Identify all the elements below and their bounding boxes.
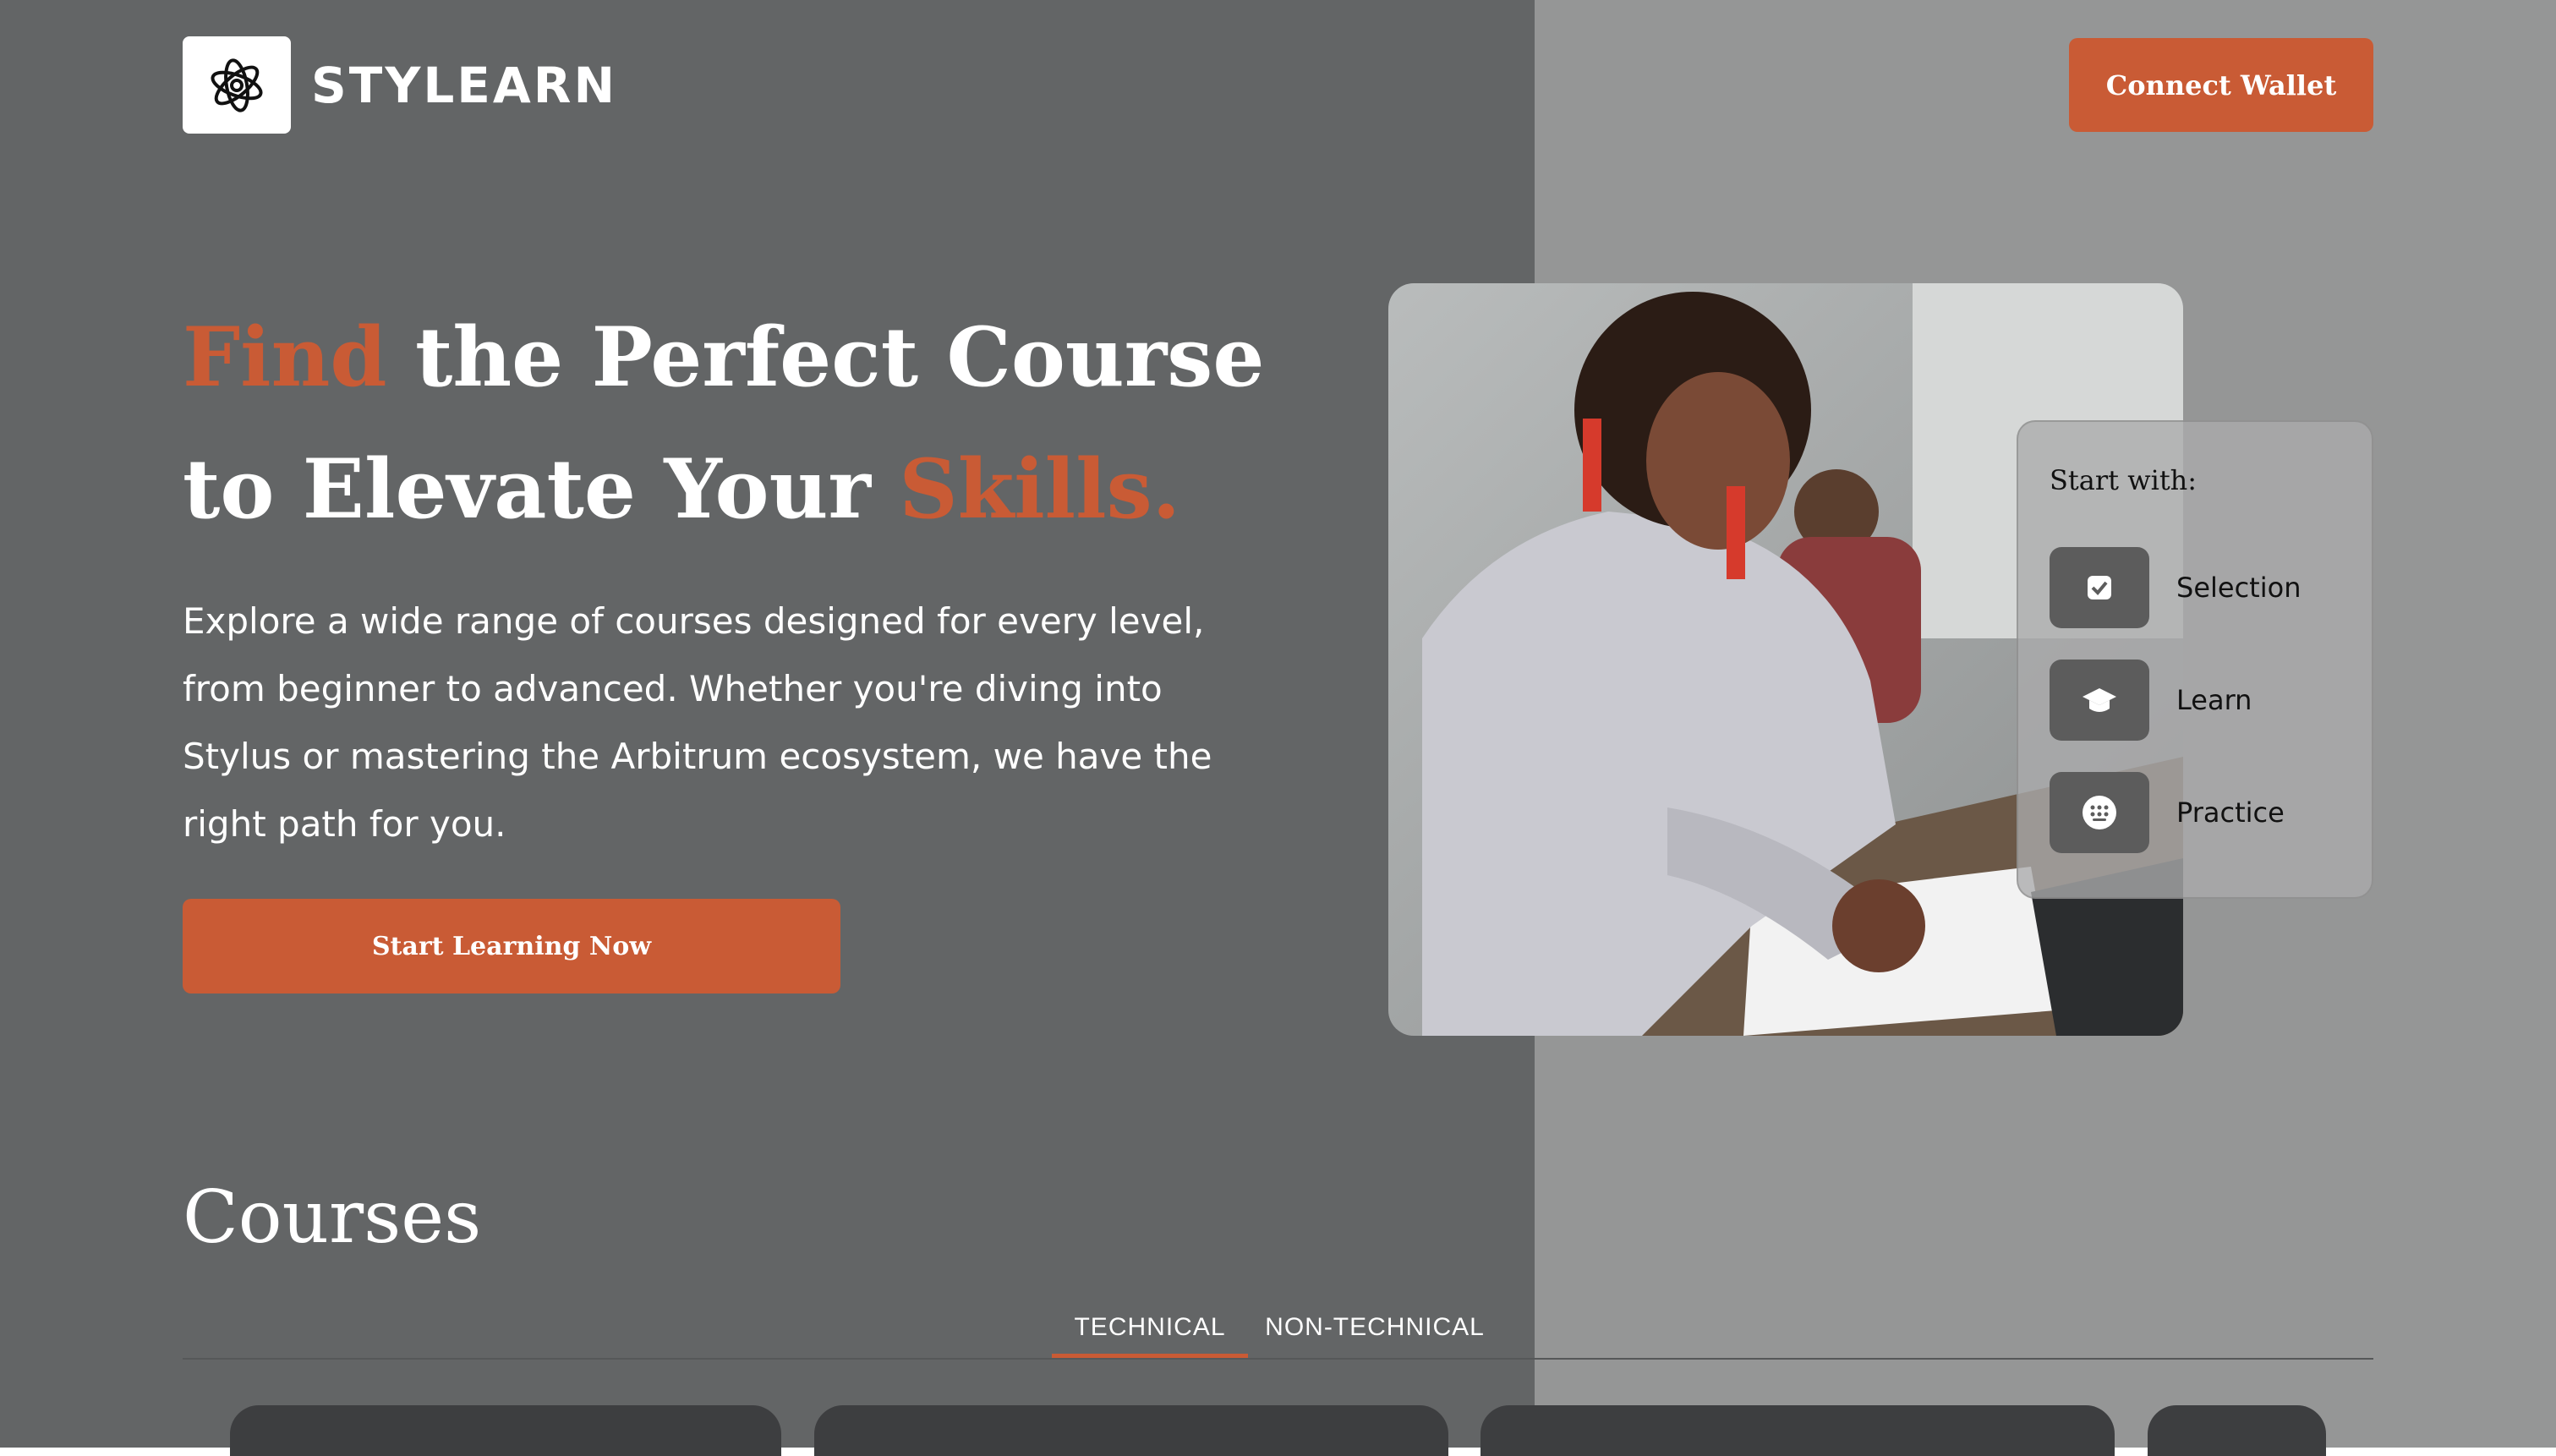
start-with-panel: Start with: Selection Learn Practice bbox=[2017, 420, 2373, 899]
courses-title: Courses bbox=[183, 1175, 482, 1260]
step-label: Selection bbox=[2176, 572, 2301, 604]
step-label: Practice bbox=[2176, 796, 2285, 829]
keypad-icon bbox=[2050, 772, 2149, 853]
step-practice[interactable]: Practice bbox=[2050, 772, 2285, 853]
tab-technical[interactable]: TECHNICAL bbox=[1052, 1298, 1248, 1357]
connect-wallet-button[interactable]: Connect Wallet bbox=[2069, 38, 2373, 132]
step-label: Learn bbox=[2176, 684, 2252, 716]
hero-description: Explore a wide range of courses designed… bbox=[183, 600, 1212, 845]
hero-title-accent-find: Find bbox=[183, 309, 387, 405]
active-tab-indicator bbox=[1052, 1354, 1248, 1358]
course-card[interactable] bbox=[1481, 1405, 2115, 1456]
step-selection[interactable]: Selection bbox=[2050, 547, 2301, 628]
step-learn[interactable]: Learn bbox=[2050, 660, 2252, 741]
brand-name: STYLEARN bbox=[311, 57, 618, 114]
graduation-cap-icon bbox=[2050, 660, 2149, 741]
course-card[interactable] bbox=[2148, 1405, 2326, 1456]
tabs-divider bbox=[183, 1358, 2373, 1360]
checkbox-icon bbox=[2050, 547, 2149, 628]
start-with-title: Start with: bbox=[2050, 464, 2198, 496]
logo-icon bbox=[211, 57, 263, 112]
course-card[interactable] bbox=[814, 1405, 1448, 1456]
hero-title: Find the Perfect Course to Elevate Your S… bbox=[183, 292, 1383, 556]
logo[interactable] bbox=[183, 36, 291, 134]
course-card[interactable] bbox=[230, 1405, 781, 1456]
hero-title-part: the Perfect Course bbox=[386, 309, 1265, 405]
hero-title-part: to Elevate Your bbox=[183, 441, 900, 537]
tab-non-technical[interactable]: NON-TECHNICAL bbox=[1260, 1298, 1490, 1357]
start-learning-button[interactable]: Start Learning Now bbox=[183, 899, 840, 993]
hero-title-accent-skills: Skills. bbox=[899, 441, 1181, 537]
